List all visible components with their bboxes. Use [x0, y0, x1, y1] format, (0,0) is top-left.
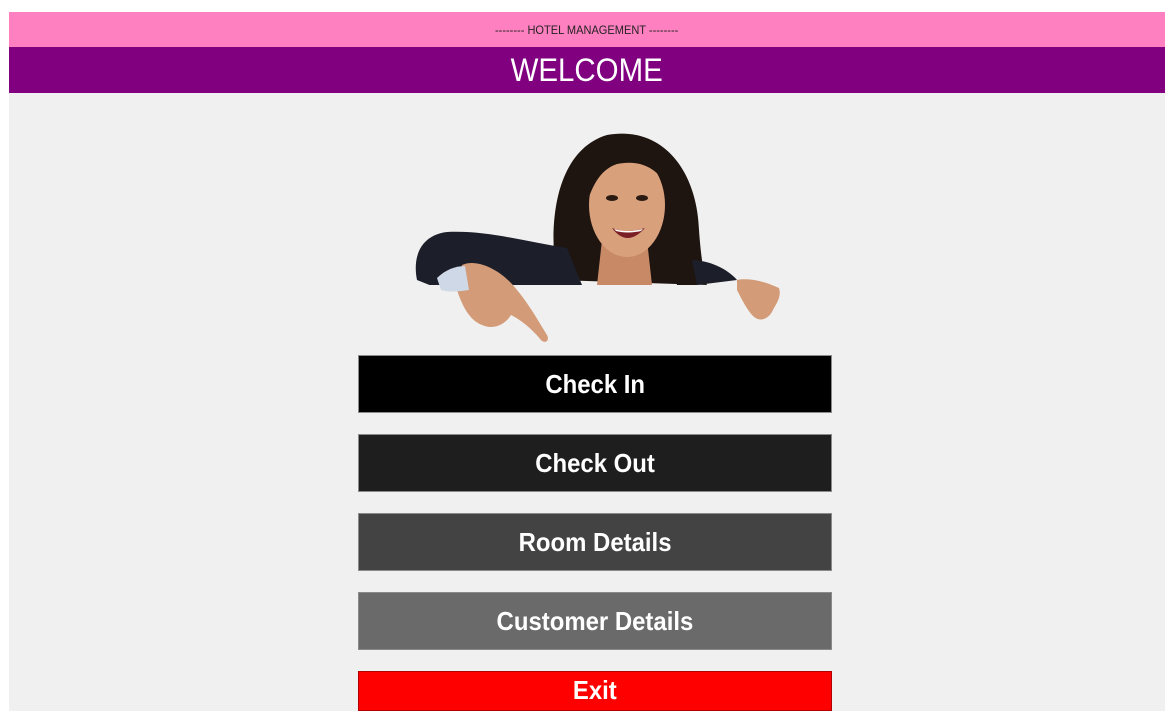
exit-label: Exit [573, 675, 617, 705]
jacket-right [692, 260, 737, 285]
welcome-banner: WELCOME [9, 47, 1165, 93]
customer-details-button[interactable]: Customer Details [358, 592, 832, 650]
check-out-button[interactable]: Check Out [358, 434, 832, 492]
right-eye [636, 195, 648, 201]
check-in-label: Check In [545, 368, 645, 399]
left-eye [606, 195, 618, 201]
exit-button[interactable]: Exit [358, 671, 832, 711]
check-in-button[interactable]: Check In [358, 355, 832, 413]
receptionist-illustration [407, 133, 782, 345]
room-details-button[interactable]: Room Details [358, 513, 832, 571]
room-details-label: Room Details [518, 526, 672, 557]
hotel-management-window: -------- HOTEL MANAGEMENT -------- WELCO… [9, 12, 1165, 711]
app-title: -------- HOTEL MANAGEMENT -------- [495, 22, 679, 37]
welcome-heading: WELCOME [510, 51, 664, 88]
title-bar: -------- HOTEL MANAGEMENT -------- [9, 12, 1165, 47]
customer-details-label: Customer Details [496, 605, 694, 636]
check-out-label: Check Out [535, 447, 655, 478]
